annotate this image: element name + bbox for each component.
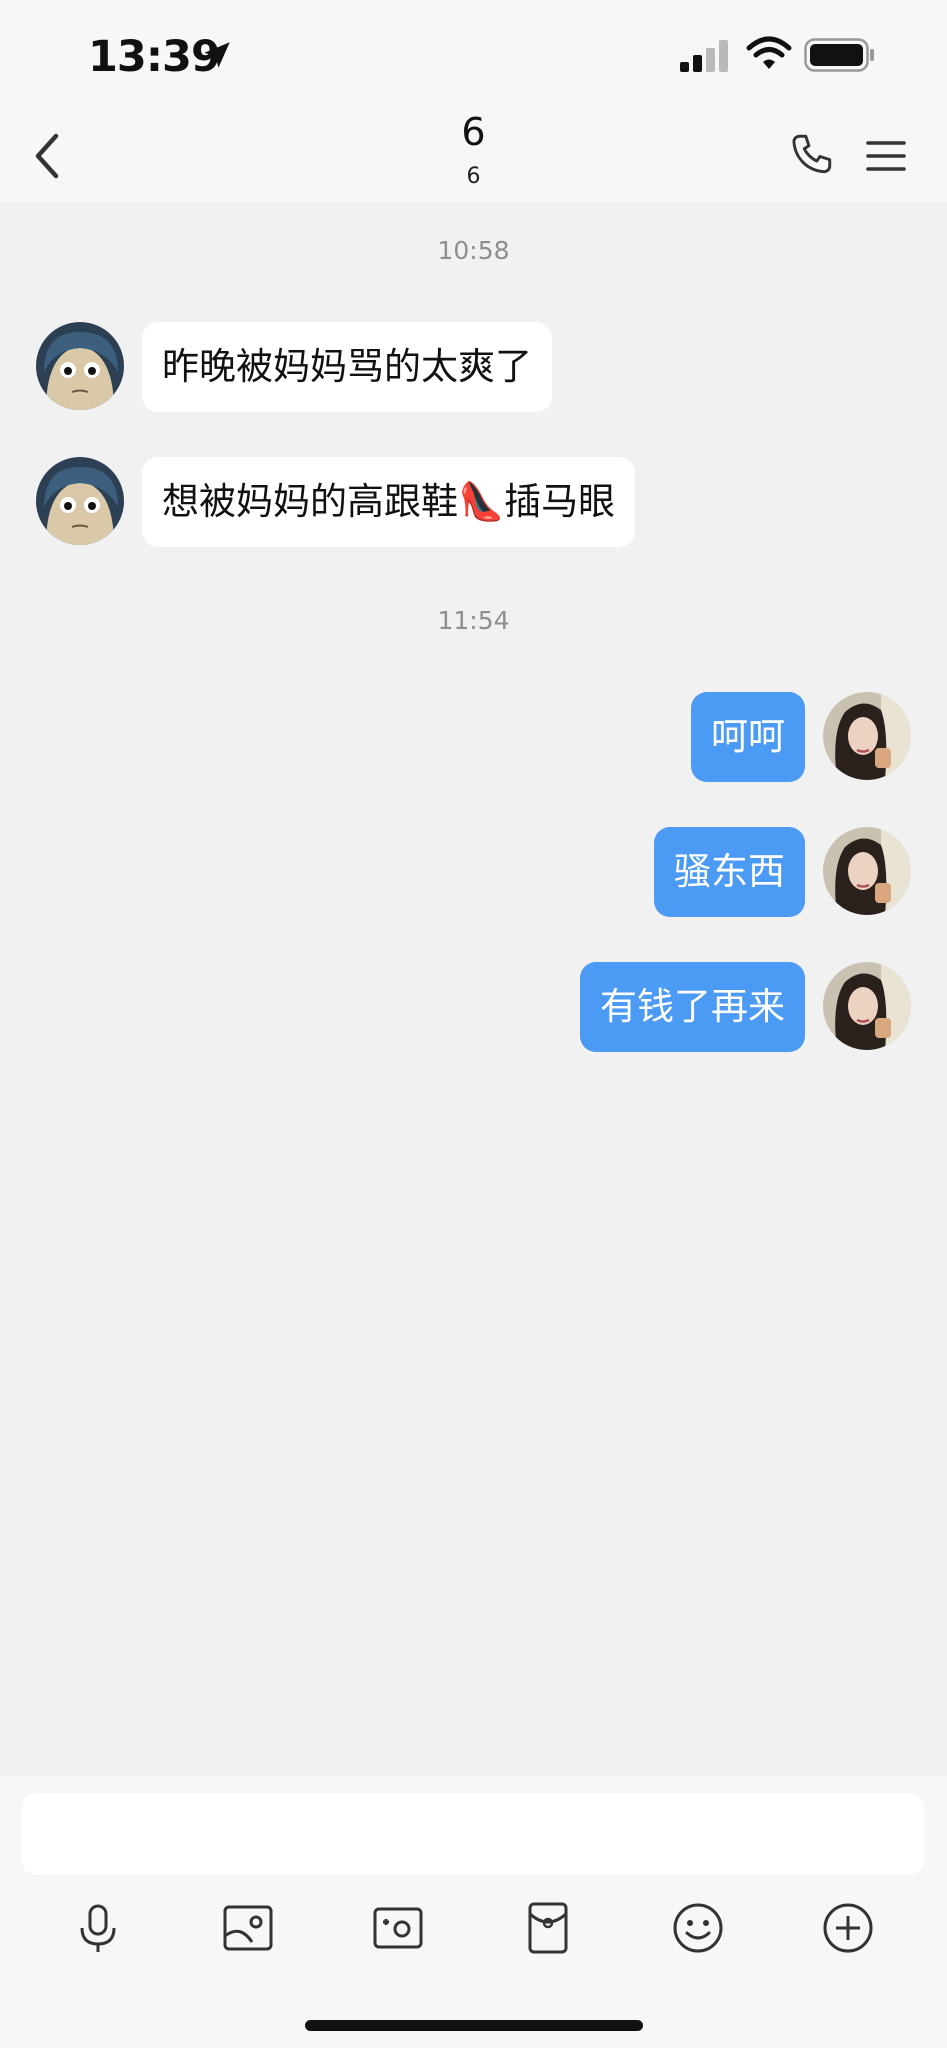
menu-icon[interactable] <box>864 134 908 178</box>
chat-header: 6 6 <box>0 110 947 202</box>
home-indicator <box>305 2020 643 2031</box>
phone-icon[interactable] <box>786 130 836 180</box>
user-avatar[interactable] <box>823 962 911 1050</box>
user-avatar[interactable] <box>823 692 911 780</box>
message-row-outgoing: 有钱了再来 <box>0 962 947 1054</box>
incoming-message-bubble[interactable]: 想被妈妈的高跟鞋👠插马眼 <box>142 457 636 547</box>
camera-icon[interactable] <box>368 1898 428 1958</box>
message-row-incoming: 想被妈妈的高跟鞋👠插马眼 <box>0 457 947 549</box>
contact-avatar[interactable] <box>36 457 124 545</box>
emoji-icon[interactable] <box>668 1898 728 1958</box>
message-row-outgoing: 呵呵 <box>0 692 947 784</box>
outgoing-message-bubble[interactable]: 骚东西 <box>654 827 805 917</box>
red-packet-icon[interactable] <box>518 1898 578 1958</box>
status-bar: 13:39 <box>0 0 947 110</box>
composer <box>0 1776 947 2048</box>
timestamp: 11:54 <box>437 606 510 635</box>
location-arrow-icon <box>204 42 230 68</box>
image-icon[interactable] <box>218 1898 278 1958</box>
outgoing-message-bubble[interactable]: 呵呵 <box>691 692 805 782</box>
plus-circle-icon[interactable] <box>818 1898 878 1958</box>
outgoing-message-bubble[interactable]: 有钱了再来 <box>580 962 805 1052</box>
wifi-icon <box>746 36 792 69</box>
microphone-icon[interactable] <box>68 1898 128 1958</box>
signal-icon <box>680 40 728 72</box>
message-row-outgoing: 骚东西 <box>0 827 947 919</box>
battery-icon <box>804 38 874 72</box>
timestamp: 10:58 <box>437 236 510 265</box>
incoming-message-bubble[interactable]: 昨晚被妈妈骂的太爽了 <box>142 322 552 412</box>
contact-avatar[interactable] <box>36 322 124 410</box>
message-row-incoming: 昨晚被妈妈骂的太爽了 <box>0 322 947 414</box>
user-avatar[interactable] <box>823 827 911 915</box>
message-input[interactable] <box>22 1793 924 1875</box>
